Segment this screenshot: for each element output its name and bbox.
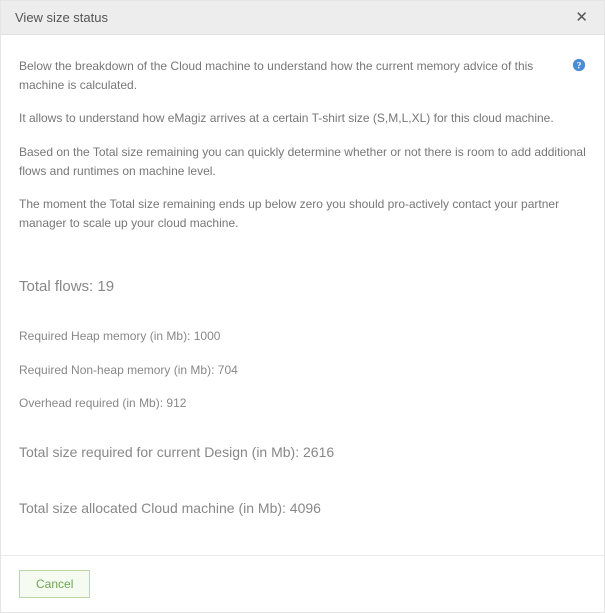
intro-text-3: Based on the Total size remaining you ca… <box>19 143 586 181</box>
nonheap-value: 704 <box>218 363 238 377</box>
help-icon[interactable]: ? <box>572 58 586 72</box>
nonheap-row: Required Non-heap memory (in Mb): 704 <box>19 361 586 380</box>
overhead-label: Overhead required (in Mb): <box>19 396 163 410</box>
allocated-label: Total size allocated Cloud machine (in M… <box>19 500 286 516</box>
nonheap-label: Required Non-heap memory (in Mb): <box>19 363 214 377</box>
dialog-title: View size status <box>15 10 108 25</box>
cancel-button[interactable]: Cancel <box>19 570 90 598</box>
intro-text-2: It allows to understand how eMagiz arriv… <box>19 109 586 128</box>
intro-text-4: The moment the Total size remaining ends… <box>19 195 586 233</box>
dialog-footer: Cancel <box>1 555 604 612</box>
heap-row: Required Heap memory (in Mb): 1000 <box>19 327 586 346</box>
intro-row: Below the breakdown of the Cloud machine… <box>19 57 586 95</box>
total-flows-label: Total flows: <box>19 278 93 295</box>
total-flows-value: 19 <box>97 278 114 295</box>
size-status-dialog: View size status ✕ Below the breakdown o… <box>0 0 605 613</box>
required-label: Total size required for current Design (… <box>19 444 299 460</box>
heap-label: Required Heap memory (in Mb): <box>19 329 190 343</box>
heap-value: 1000 <box>194 329 221 343</box>
dialog-header: View size status ✕ <box>1 1 604 35</box>
intro-text-1: Below the breakdown of the Cloud machine… <box>19 57 572 95</box>
required-row: Total size required for current Design (… <box>19 441 586 463</box>
overhead-value: 912 <box>166 396 186 410</box>
allocated-value: 4096 <box>290 500 321 516</box>
close-icon[interactable]: ✕ <box>573 10 590 25</box>
dialog-content: Below the breakdown of the Cloud machine… <box>1 35 604 555</box>
svg-text:?: ? <box>577 61 582 72</box>
total-flows-row: Total flows: 19 <box>19 275 586 299</box>
allocated-row: Total size allocated Cloud machine (in M… <box>19 497 586 519</box>
overhead-row: Overhead required (in Mb): 912 <box>19 394 586 413</box>
required-value: 2616 <box>303 444 334 460</box>
